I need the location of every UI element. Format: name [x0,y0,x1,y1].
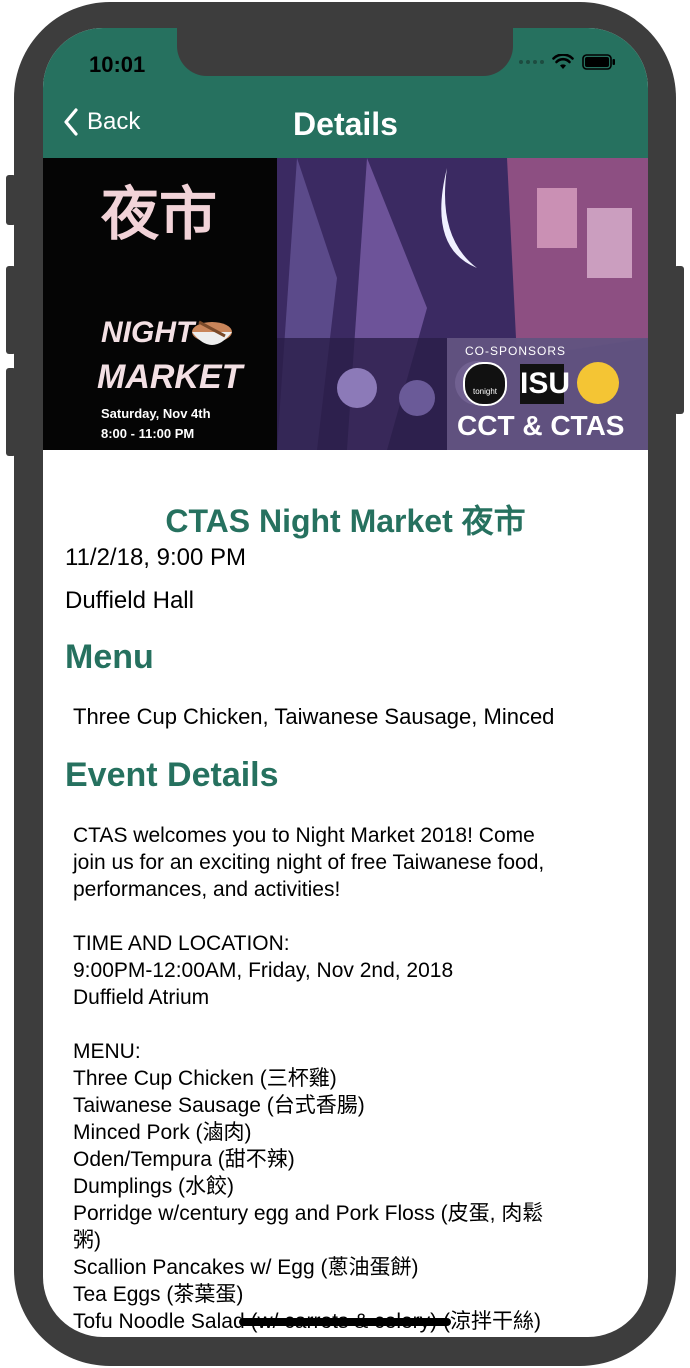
details-line: join us for an exciting night of free Ta… [73,851,545,874]
street-scene-illustration [277,158,648,450]
details-line: Dumplings (水餃) [73,1175,235,1198]
menu-summary: Three Cup Chicken, Taiwanese Sausage, Mi… [73,704,555,729]
wifi-icon [552,54,574,69]
details-line: Three Cup Chicken (三杯雞) [73,1067,337,1090]
sponsor-cu-text: tonight [472,387,498,396]
cellular-signal-icon [519,60,544,64]
navigation-bar: 10:01 Back Details [43,28,648,158]
cosponsors-label: CO-SPONSORS [465,344,567,358]
menu-heading: Menu [65,638,154,676]
event-details-heading: Event Details [65,756,279,794]
banner-poster-panel: 夜市 NIGHT MARKET Saturday, Nov 4th 8:00 -… [43,158,277,450]
volume-up-button [6,266,16,354]
details-line: Taiwanese Sausage (台式香腸) [73,1094,365,1117]
sponsor-isu-logo: ISU [520,364,570,404]
power-button [674,266,684,414]
status-icons [519,54,616,70]
details-line: Minced Pork (滷肉) [73,1121,252,1144]
banner-street-illustration: CO-SPONSORS tonight ISU CCT & CTAS [277,158,648,450]
silent-switch [6,175,16,225]
noodle-bowl-icon [192,320,232,345]
details-line: performances, and activities! [73,878,341,901]
event-location: Duffield Hall [65,587,194,614]
banner-market-text: MARKET [97,358,243,396]
details-line [73,903,633,930]
details-line: Oden/Tempura (甜不辣) [73,1148,295,1171]
event-datetime: 11/2/18, 9:00 PM [65,544,247,571]
details-line: TIME AND LOCATION: [73,932,290,955]
volume-down-button [6,368,16,456]
banner-chinese-title: 夜市 [101,180,218,248]
details-line: Tea Eggs (茶葉蛋) [73,1283,244,1306]
details-line: 9:00PM-12:00AM, Friday, Nov 2nd, 2018 [73,959,454,982]
banner-night-text: NIGHT [101,316,195,349]
sponsor-umbrella-logo [577,362,619,404]
notch [177,28,513,76]
sponsor-cu-logo: tonight [463,362,507,406]
details-line [73,1011,633,1038]
details-line: Scallion Pancakes w/ Egg (蔥油蛋餅) [73,1256,419,1279]
banner-time: 8:00 - 11:00 PM [101,426,195,441]
details-line: Porridge w/century egg and Pork Floss (皮… [73,1202,544,1225]
details-line: CTAS welcomes you to Night Market 2018! … [73,824,535,847]
details-line: MENU: [73,1040,141,1063]
page-title: Details [293,106,398,142]
home-indicator[interactable] [239,1318,451,1326]
banner-date: Saturday, Nov 4th [101,406,211,421]
presenter-text: CCT & CTAS [457,410,625,441]
status-time: 10:01 [89,52,146,77]
event-title: CTAS Night Market 夜市 [165,503,526,539]
event-banner-image: 夜市 NIGHT MARKET Saturday, Nov 4th 8:00 -… [43,158,648,450]
details-line: Duffield Atrium [73,986,210,1009]
event-details-text: CTAS welcomes you to Night Market 2018! … [73,822,633,1335]
screen: 10:01 Back Details 夜市 NIGHT MARKET Satur… [43,28,648,1337]
details-line: 粥) [73,1229,101,1252]
battery-icon [582,54,615,70]
